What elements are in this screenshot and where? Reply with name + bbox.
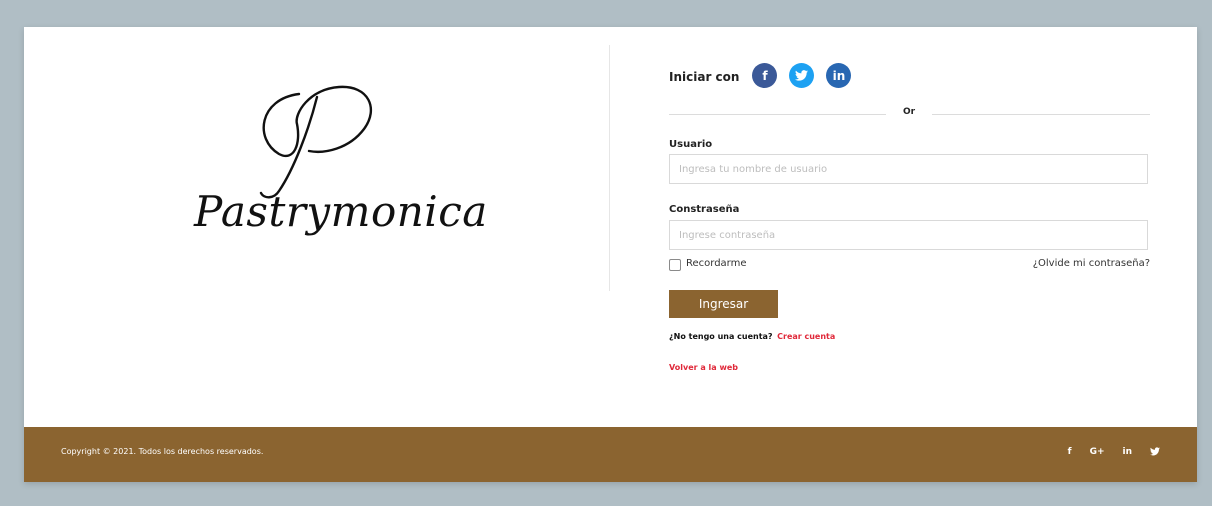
username-input[interactable] [669, 154, 1148, 184]
footer-social-links: f G+ in [1050, 447, 1160, 459]
facebook-icon[interactable]: f [1068, 447, 1072, 459]
vertical-divider [609, 45, 610, 291]
facebook-icon: f [762, 68, 768, 83]
social-login-label: Iniciar con [669, 69, 740, 84]
remember-checkbox[interactable] [669, 259, 681, 271]
twitter-glyph [1150, 447, 1160, 456]
linkedin-icon: in [832, 68, 846, 83]
facebook-login-button[interactable]: f [752, 63, 778, 88]
twitter-login-button[interactable] [789, 63, 815, 88]
social-login-row: Iniciar con f in [669, 63, 863, 88]
brand-panel: Pastrymonica [24, 27, 610, 427]
twitter-icon[interactable] [1150, 447, 1160, 459]
or-line-left [669, 114, 886, 115]
password-input[interactable] [669, 220, 1148, 250]
password-label: Constraseña [669, 204, 740, 215]
login-submit-button[interactable]: Ingresar [669, 290, 778, 318]
linkedin-icon[interactable]: in [1123, 447, 1133, 459]
remember-label: Recordarme [686, 258, 747, 269]
footer: Copyright © 2021. Todos los derechos res… [24, 427, 1197, 482]
signup-row: ¿No tengo una cuenta? Crear cuenta [669, 332, 835, 341]
remember-row: Recordarme ¿Olvide mi contraseña? [669, 258, 1150, 272]
or-text: Or [903, 107, 916, 117]
login-card: Pastrymonica Iniciar con f in Or Usuario [24, 27, 1197, 482]
or-line-right [932, 114, 1150, 115]
forgot-password-link[interactable]: ¿Olvide mi contraseña? [1033, 258, 1150, 269]
signup-question: ¿No tengo una cuenta? [669, 332, 773, 341]
google-plus-icon[interactable]: G+ [1090, 447, 1105, 459]
linkedin-login-button[interactable]: in [826, 63, 852, 88]
username-label: Usuario [669, 139, 713, 150]
create-account-link[interactable]: Crear cuenta [777, 332, 835, 341]
back-to-web-link[interactable]: Volver a la web [669, 363, 738, 372]
copyright-text: Copyright © 2021. Todos los derechos res… [61, 447, 264, 456]
or-divider: Or [669, 106, 1150, 120]
twitter-icon [795, 70, 809, 81]
logo-wordmark: Pastrymonica [194, 187, 488, 236]
